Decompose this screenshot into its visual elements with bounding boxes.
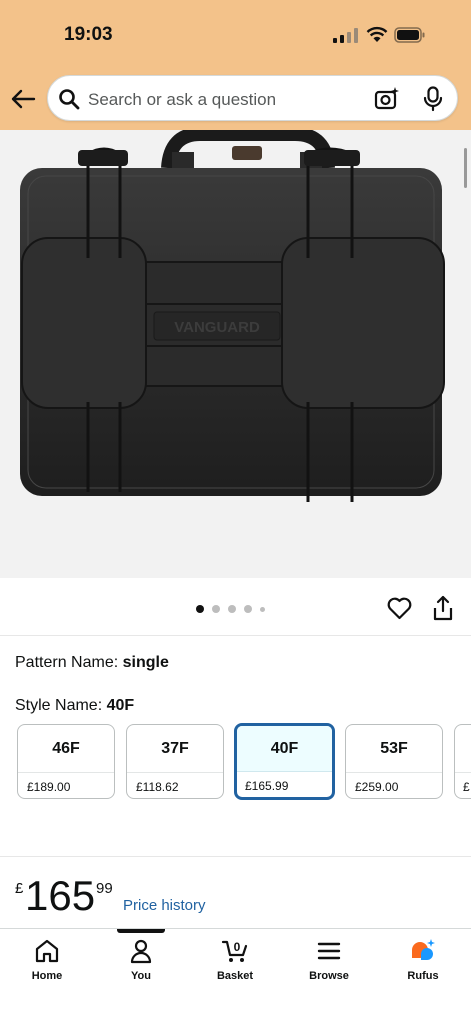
home-icon (35, 939, 59, 963)
variant-option-53f[interactable]: 53F £259.00 ✓prime (345, 724, 443, 799)
scrollbar (464, 148, 467, 188)
pagination-dot[interactable] (212, 605, 220, 613)
style-name: Style Name: 40F (15, 697, 134, 715)
nav-basket[interactable]: 0 Basket (195, 937, 275, 993)
style-label: Style Name: (15, 697, 107, 714)
heart-icon[interactable] (387, 597, 412, 620)
basket-icon: 0 (221, 940, 248, 962)
pattern-value: single (122, 654, 169, 671)
active-tab-indicator (117, 929, 165, 933)
price-fraction: 99 (96, 880, 113, 897)
brand-logo: VANGUARD (174, 319, 260, 336)
style-value: 40F (106, 697, 135, 714)
nav-rufus[interactable]: Rufus (383, 937, 463, 993)
product-image-carousel[interactable]: VANGUARD (0, 127, 471, 578)
search-icon (59, 89, 80, 110)
nav-you[interactable]: You (101, 937, 181, 993)
nav-label: Rufus (407, 970, 439, 982)
image-actions-bar (0, 578, 471, 636)
search-bar[interactable]: Search or ask a question (47, 75, 458, 121)
price-history-link[interactable]: Price history (123, 897, 206, 914)
section-divider (0, 856, 471, 857)
variant-price: £189.00 (27, 780, 71, 794)
basket-count: 0 (234, 940, 241, 954)
variant-price: £ (463, 780, 470, 794)
share-icon[interactable] (432, 595, 454, 621)
pagination-dot[interactable] (260, 606, 265, 612)
variant-price: £165.99 (245, 779, 289, 793)
product-image: VANGUARD (20, 127, 445, 502)
pattern-name: Pattern Name: single (15, 654, 169, 672)
variant-name (455, 725, 471, 773)
rufus-icon (412, 939, 435, 960)
cellular-signal-icon (333, 28, 358, 43)
variant-option-partial[interactable]: £ (454, 724, 471, 799)
variant-price: £118.62 (136, 780, 179, 794)
camera-search-icon[interactable] (374, 86, 400, 112)
nav-label: Browse (309, 970, 349, 982)
variant-name: 37F (127, 725, 223, 773)
pagination-dot[interactable] (228, 605, 236, 613)
wifi-icon (366, 26, 388, 42)
search-input[interactable]: Search or ask a question (88, 90, 276, 110)
app-header: 19:03 Search or ask a question (0, 0, 471, 130)
bottom-navigation: Home You 0 Basket Browse Rufus (0, 928, 471, 1024)
person-icon (130, 939, 152, 964)
variant-name: 40F (237, 726, 332, 772)
status-bar: 19:03 (0, 0, 471, 64)
variant-name: 46F (18, 725, 114, 773)
variant-option-37f[interactable]: 37F £118.62 ✓prime (126, 724, 224, 799)
back-button[interactable] (8, 86, 38, 112)
status-time: 19:03 (64, 24, 113, 45)
variant-price: £259.00 (355, 780, 399, 794)
variant-option-40f-selected[interactable]: 40F £165.99 (234, 723, 335, 800)
pattern-label: Pattern Name: (15, 654, 123, 671)
microphone-icon[interactable] (422, 86, 444, 112)
price-currency: £ (15, 880, 24, 897)
nav-label: You (131, 970, 151, 982)
battery-icon (394, 27, 425, 43)
variant-name: 53F (346, 725, 442, 773)
back-arrow-icon (11, 89, 36, 109)
nav-label: Basket (216, 970, 254, 982)
pagination-dot[interactable] (244, 605, 252, 613)
variant-option-46f[interactable]: 46F £189.00 ✓prime (17, 724, 115, 799)
nav-browse[interactable]: Browse (289, 937, 369, 993)
pagination-dot-active[interactable] (196, 605, 204, 613)
image-pagination-dots[interactable] (196, 605, 265, 613)
nav-label: Home (31, 970, 63, 982)
nav-home[interactable]: Home (7, 937, 87, 993)
menu-icon (317, 942, 341, 960)
price-whole: 165 (25, 872, 96, 919)
